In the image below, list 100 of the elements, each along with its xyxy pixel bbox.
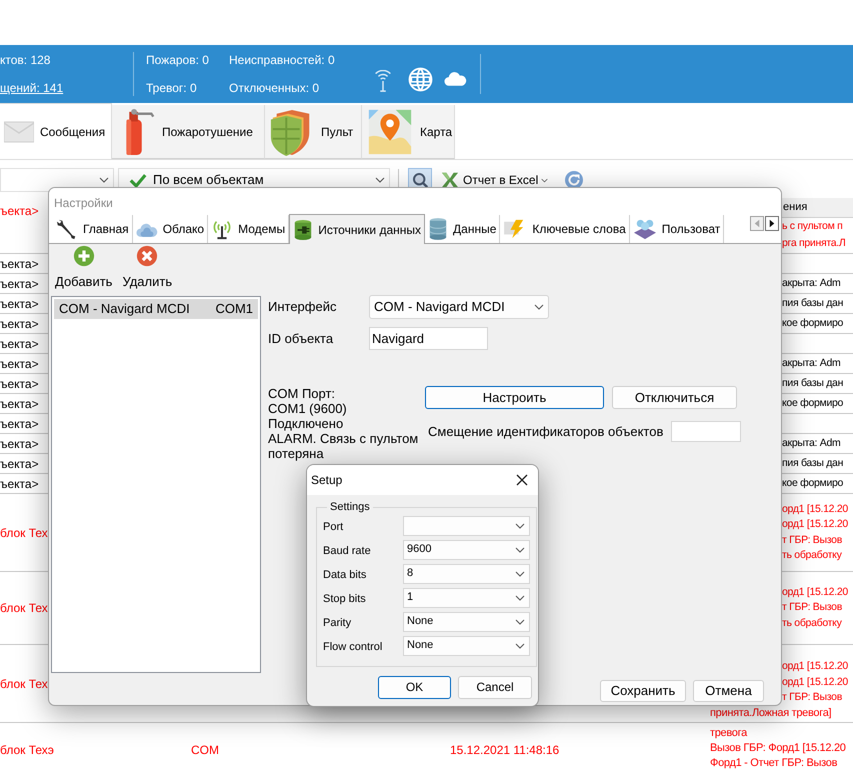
interface-dropdown[interactable]: COM - Navigard MCDI — [369, 295, 549, 319]
field-label: ID объекта — [268, 330, 334, 348]
table-cell-line: пия базы дан — [782, 456, 844, 471]
offset-field[interactable] — [671, 421, 742, 442]
dialog-button[interactable]: Отмена — [693, 680, 764, 702]
chevron-icon — [99, 177, 109, 183]
table-cell-text: ъекта> — [0, 316, 39, 332]
field-label: Flow control — [323, 640, 384, 655]
triangle-left-icon — [754, 219, 760, 228]
toolbar-button[interactable]: Удалить — [122, 244, 172, 291]
field-label: Интерфейс — [268, 298, 338, 316]
settings-tab[interactable]: Данные — [425, 215, 500, 243]
table-cell-line: рга принята.Л — [782, 236, 846, 251]
disabled-count: Отключенных: 0 — [229, 80, 320, 97]
table-cell-text: блок Техэ — [0, 742, 54, 759]
settings-tab[interactable]: Пользоват — [630, 215, 724, 243]
wrench-icon — [56, 218, 78, 240]
settings-tab[interactable]: Облако — [132, 215, 208, 243]
dropdown[interactable]: 1 — [403, 588, 530, 608]
ribbon-tab[interactable]: Карта — [362, 105, 455, 159]
field-label: Data bits — [323, 568, 368, 583]
table-cell-line: ть обработку — [782, 616, 842, 631]
field-label: Stop bits — [323, 592, 367, 607]
table-cell-line: тревога — [710, 726, 747, 741]
dropdown[interactable]: 9600 — [403, 540, 530, 560]
table-cell-text: блок Тех — [0, 600, 48, 617]
dialog-button[interactable]: Cancel — [458, 676, 532, 698]
alarm-count: Тревог: 0 — [146, 80, 198, 97]
table-cell-text: ъекта> — [0, 456, 39, 472]
scroll-right-button[interactable] — [765, 216, 779, 231]
ribbon-tab[interactable]: Сообщения — [0, 103, 112, 159]
table-cell-text: ъекта> — [0, 476, 39, 492]
settings-tab[interactable]: Ключевые слова — [500, 215, 630, 243]
table-cell-line: т ГБР: Вызов — [782, 690, 842, 705]
caret-icon — [541, 178, 548, 182]
message-count-link[interactable]: щений: 141 — [0, 79, 133, 97]
status-text: COM Порт: — [268, 386, 336, 401]
dialog-button[interactable]: Сохранить — [600, 680, 686, 702]
table-cell-line: т ГБР: Вызов — [782, 532, 842, 548]
fault-count: Неисправностей: 0 — [229, 52, 336, 69]
chevron-icon — [515, 594, 525, 600]
search-icon — [412, 172, 428, 188]
table-cell-text: ъекта> — [0, 256, 39, 272]
table-cell-line: Форд1 - Отчет ГБР: Вызов — [710, 756, 838, 770]
toolbar-button[interactable]: Добавить — [55, 244, 112, 291]
envelope-icon — [4, 120, 34, 142]
dropdown[interactable]: None — [403, 636, 530, 656]
dialog-button[interactable]: Настроить — [425, 386, 604, 409]
window-title: Setup — [311, 472, 342, 489]
table-cell-text: ъекта> — [0, 396, 39, 412]
table-cell-text: COM — [191, 742, 219, 759]
dropdown[interactable]: 8 — [403, 564, 530, 584]
table-cell-line: акрыта: Adm — [782, 356, 840, 371]
chevron-icon — [515, 618, 525, 624]
field-label: Parity — [323, 616, 352, 631]
status-text: ALARM. Связь с пультом потеряна — [268, 431, 420, 461]
table-cell-line: т ГБР: Вызов — [782, 600, 842, 616]
table-cell-line: пия базы дан — [782, 296, 844, 311]
table-cell-line: орд1 [15.12.20 — [782, 584, 848, 600]
object-id-field[interactable]: Navigard — [369, 327, 488, 350]
settings-tab[interactable]: Источники данных — [289, 214, 426, 244]
chevron-icon — [534, 304, 544, 310]
table-cell-text: ъекта> — [0, 336, 39, 352]
chevron-icon — [515, 642, 525, 648]
table-cell-text: блок Тех — [0, 676, 48, 692]
chevron-icon — [515, 546, 525, 552]
close-button[interactable] — [516, 474, 528, 486]
table-cell-line: кое формиро — [782, 476, 844, 491]
dialog-button[interactable]: OK — [378, 676, 451, 698]
table-cell-text: ъекта> — [0, 376, 39, 392]
settings-tab[interactable]: Главная — [53, 215, 133, 243]
dropdown[interactable]: None — [403, 612, 530, 632]
source-list-item[interactable]: COM - Navigard MCDI COM1 — [54, 299, 258, 319]
table-cell-line: акрыта: Adm — [782, 436, 840, 451]
close-icon — [516, 474, 528, 486]
window-title: Настройки — [49, 188, 781, 214]
database-icon — [428, 217, 448, 241]
ribbon-tab[interactable]: Пульт — [265, 105, 362, 159]
table-cell-line: орд1 [15.12.20 — [782, 659, 848, 674]
table-cell-line: принята.Ложная тревога] — [710, 706, 832, 720]
table-cell-text: ъекта> — [0, 436, 39, 452]
table-cell-line: орд1 [15.12.20 — [782, 517, 848, 532]
status-text: Подключено — [268, 416, 344, 431]
source-name: COM - Navigard MCDI — [59, 300, 190, 318]
dialog-button[interactable]: Отключиться — [612, 386, 737, 409]
object-count: ктов: 128 — [0, 52, 52, 69]
table-cell-line: пия базы дан — [782, 376, 844, 391]
table-cell-line: кое формиро — [782, 396, 844, 411]
field-label: Смещение идентификаторов объектов — [428, 422, 664, 441]
field-label: Baud rate — [323, 544, 372, 559]
map-icon — [366, 108, 414, 156]
table-cell-text: блок Тех — [0, 524, 48, 542]
users-icon — [632, 218, 657, 240]
database-plug-icon — [293, 218, 314, 240]
table-cell-line: ь с пультом п — [782, 219, 842, 234]
ribbon-tab[interactable]: Пожаротушение — [112, 105, 265, 159]
table-cell-line: ть обработку — [782, 548, 842, 563]
table-cell-text: ъекта> — [0, 356, 39, 372]
status-text: COM1 (9600) — [268, 401, 348, 416]
triangle-right-icon — [769, 219, 775, 228]
